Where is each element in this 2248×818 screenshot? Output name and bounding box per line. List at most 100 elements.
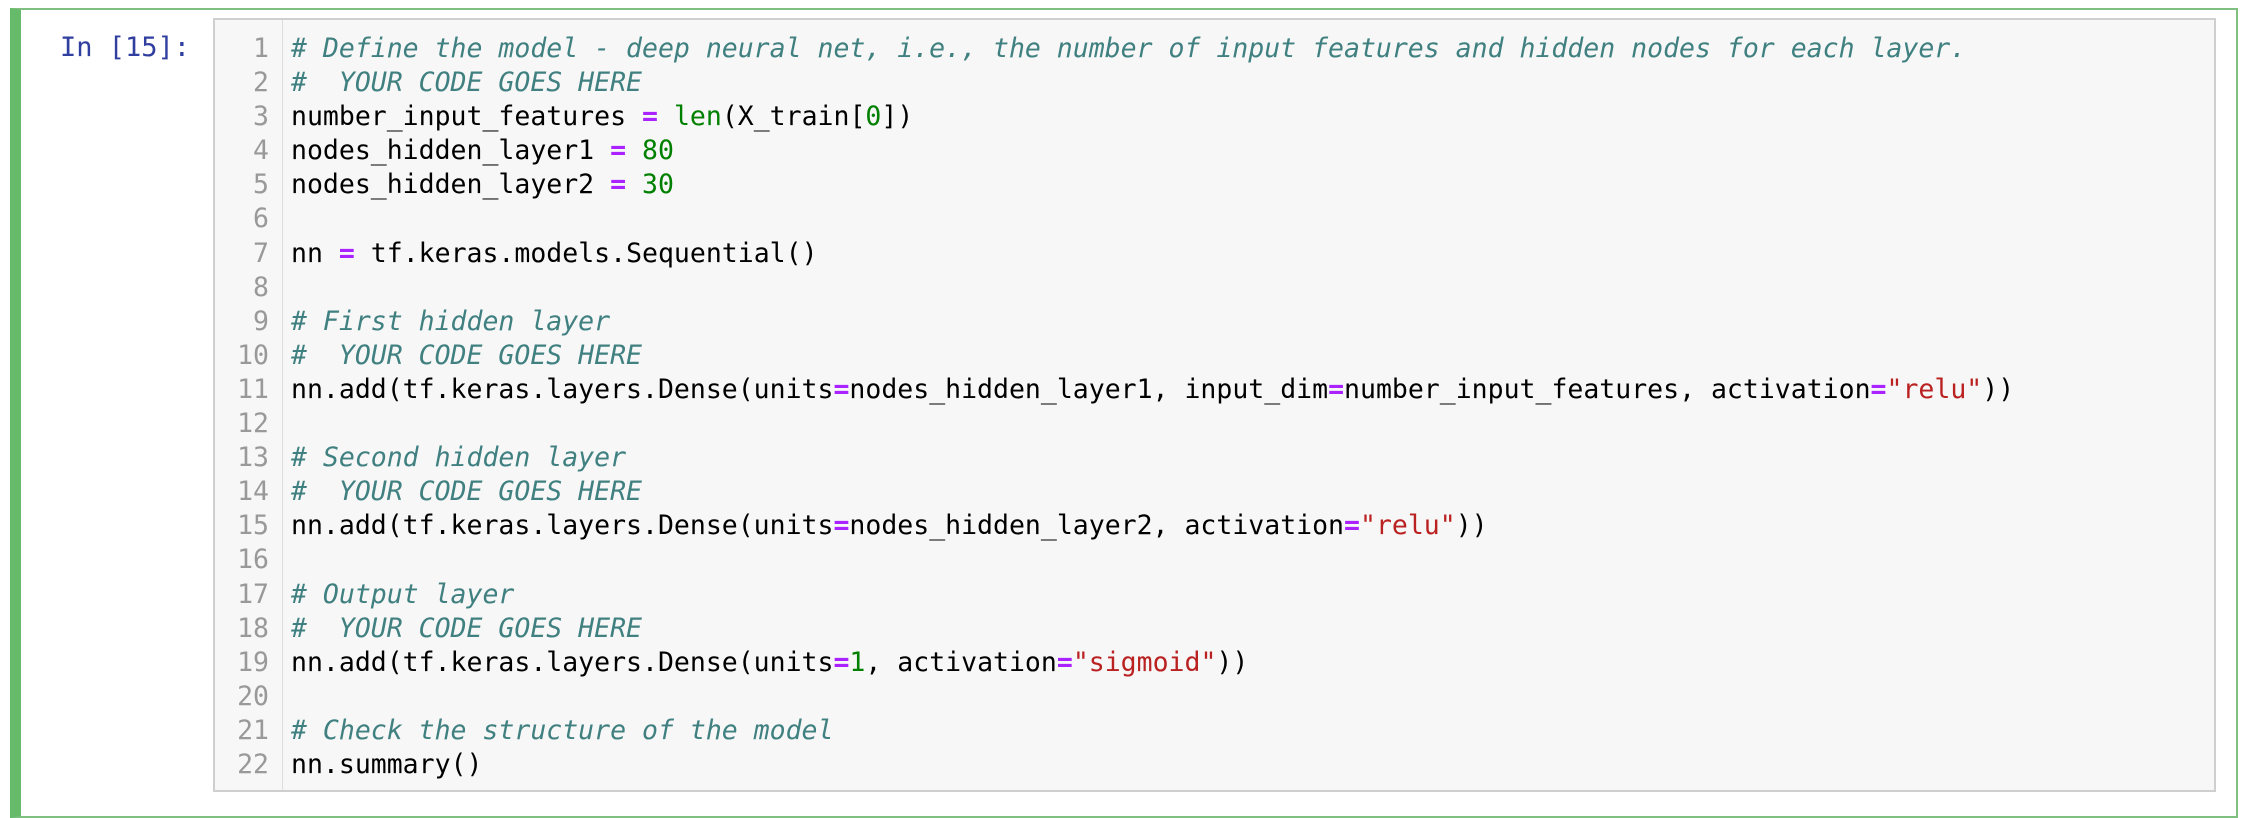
line-number: 8 [253, 271, 269, 303]
code-token: nn [291, 237, 339, 269]
code-text: nn.summary() [291, 748, 482, 782]
code-token: # First hidden layer [291, 305, 611, 337]
code-line[interactable]: 21 # Check the structure of the model [215, 714, 2214, 748]
line-number: 22 [237, 748, 269, 780]
code-token: 30 [642, 169, 674, 201]
code-text: nodes_hidden_layer1 = 80 [291, 134, 674, 168]
code-token: = [1056, 646, 1073, 678]
code-token: )) [1982, 373, 2015, 405]
code-token: nodes_hidden_layer1, input_dim [849, 373, 1329, 405]
code-line[interactable]: 6 [215, 202, 2214, 236]
code-text: nn.add(tf.keras.layers.Dense(units=1, ac… [291, 646, 1248, 680]
code-token: = [1870, 373, 1887, 405]
code-line[interactable]: 11 nn.add(tf.keras.layers.Dense(units=nod… [215, 373, 2214, 407]
code-token: (X_train[ [721, 101, 866, 133]
line-number: 14 [237, 476, 269, 508]
code-token: "sigmoid" [1072, 646, 1217, 678]
code-text: # YOUR CODE GOES HERE [291, 475, 642, 509]
line-number: 4 [253, 135, 269, 167]
input-prompt: In [15]: [60, 32, 191, 63]
code-token: = [610, 135, 627, 167]
code-text: nn.add(tf.keras.layers.Dense(units=nodes… [291, 373, 2014, 407]
code-line[interactable]: 15 nn.add(tf.keras.layers.Dense(units=nod… [215, 509, 2214, 543]
code-token: len [673, 101, 722, 133]
code-token: nodes_hidden_layer2 [291, 169, 611, 201]
code-text: nodes_hidden_layer2 = 30 [291, 168, 674, 202]
code-text: nn = tf.keras.models.Sequential() [291, 237, 818, 271]
code-token: 1 [849, 646, 866, 678]
line-number: 5 [253, 169, 269, 201]
code-token: = [833, 510, 850, 542]
code-line[interactable]: 22 nn.summary() [215, 748, 2214, 782]
code-token: number_input_features [291, 101, 642, 133]
code-token: = [833, 646, 850, 678]
code-line[interactable]: 1 # Define the model - deep neural net, i… [215, 32, 2214, 66]
code-line[interactable]: 19 nn.add(tf.keras.layers.Dense(units=1, … [215, 646, 2214, 680]
code-line[interactable]: 13 # Second hidden layer [215, 441, 2214, 475]
code-token: # YOUR CODE GOES HERE [291, 67, 642, 99]
code-token: 80 [642, 135, 674, 167]
code-text: # Output layer [291, 578, 514, 612]
code-token: # YOUR CODE GOES HERE [291, 476, 642, 508]
code-line[interactable]: 17 # Output layer [215, 578, 2214, 612]
code-line[interactable]: 16 [215, 543, 2214, 577]
code-token: nn.summary() [291, 748, 483, 780]
code-line[interactable]: 5 nodes_hidden_layer2 = 30 [215, 168, 2214, 202]
line-number: 19 [237, 646, 269, 678]
code-token: = [833, 373, 850, 405]
line-number: 6 [253, 203, 269, 235]
line-number: 11 [237, 373, 269, 405]
line-number: 12 [237, 408, 269, 440]
code-token: 0 [865, 101, 882, 133]
code-line[interactable]: 20 [215, 680, 2214, 714]
line-number: 18 [237, 612, 269, 644]
code-token: nn.add(tf.keras.layers.Dense(units [291, 510, 834, 542]
code-editor[interactable]: 1 # Define the model - deep neural net, i… [213, 18, 2216, 792]
code-token: = [338, 237, 355, 269]
code-line[interactable]: 4 nodes_hidden_layer1 = 80 [215, 134, 2214, 168]
code-token: = [610, 169, 627, 201]
code-token: number_input_features, activation [1344, 373, 1871, 405]
line-number: 10 [237, 339, 269, 371]
code-token: nodes_hidden_layer2, activation [849, 510, 1345, 542]
code-line[interactable]: 10 # YOUR CODE GOES HERE [215, 339, 2214, 373]
code-text: number_input_features = len(X_train[0]) [291, 100, 913, 134]
code-token: = [642, 101, 658, 133]
line-number: 9 [253, 305, 269, 337]
line-number: 20 [237, 680, 269, 712]
code-line[interactable]: 12 [215, 407, 2214, 441]
notebook-code-cell[interactable]: In [15]: 1 # Define the model - deep neur… [0, 0, 2248, 818]
code-token: , activation [865, 646, 1057, 678]
code-token: "relu" [1886, 373, 1983, 405]
code-line[interactable]: 7 nn = tf.keras.models.Sequential() [215, 237, 2214, 271]
code-token: ]) [881, 101, 914, 133]
code-line[interactable]: 3 number_input_features = len(X_train[0]) [215, 100, 2214, 134]
line-number: 1 [253, 33, 269, 64]
code-line[interactable]: 14 # YOUR CODE GOES HERE [215, 475, 2214, 509]
line-number: 3 [253, 101, 269, 133]
line-number: 21 [237, 714, 269, 746]
code-text: # First hidden layer [291, 305, 610, 339]
line-number: 16 [237, 544, 269, 576]
line-number: 7 [253, 237, 269, 269]
code-text: # YOUR CODE GOES HERE [291, 339, 642, 373]
code-line[interactable]: 9 # First hidden layer [215, 305, 2214, 339]
code-token: "relu" [1359, 510, 1456, 542]
code-line[interactable]: 8 [215, 271, 2214, 305]
code-text: # Check the structure of the model [291, 714, 833, 748]
line-number: 13 [237, 442, 269, 474]
code-text: # Second hidden layer [291, 441, 626, 475]
code-token: )) [1216, 646, 1249, 678]
code-lines: 1 # Define the model - deep neural net, i… [215, 32, 2214, 782]
code-line[interactable]: 2 # YOUR CODE GOES HERE [215, 66, 2214, 100]
code-token: # Define the model - deep neural net, i.… [291, 33, 1967, 64]
line-number: 15 [237, 510, 269, 542]
code-line[interactable]: 18 # YOUR CODE GOES HERE [215, 612, 2214, 646]
line-number: 17 [237, 578, 269, 610]
code-token: # YOUR CODE GOES HERE [291, 339, 642, 371]
code-text: # YOUR CODE GOES HERE [291, 612, 642, 646]
code-text: nn.add(tf.keras.layers.Dense(units=nodes… [291, 509, 1488, 543]
